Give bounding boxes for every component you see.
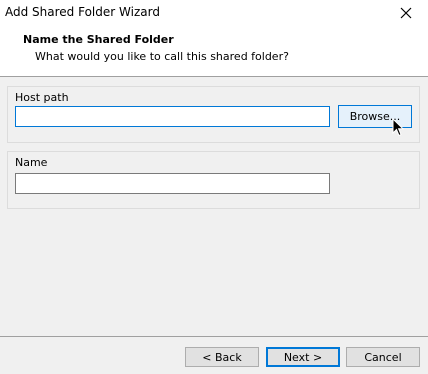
footer-divider [0,336,428,337]
wizard-header: Name the Shared Folder What would you li… [0,26,428,76]
page-title: Name the Shared Folder [23,33,174,46]
next-button[interactable]: Next > [266,347,340,367]
cancel-button[interactable]: Cancel [346,347,420,367]
name-input[interactable] [15,173,330,194]
window-title: Add Shared Folder Wizard [5,5,160,19]
back-button[interactable]: < Back [185,347,259,367]
host-path-label: Host path [15,91,69,104]
host-path-input[interactable] [15,106,330,127]
header-divider [0,76,428,77]
title-bar: Add Shared Folder Wizard [0,0,428,26]
name-label: Name [15,156,48,169]
name-group: Name [7,151,420,209]
host-path-group: Host path Browse... [7,86,420,143]
page-subtitle: What would you like to call this shared … [35,50,289,63]
close-button[interactable] [384,0,428,26]
mouse-pointer-icon [392,118,404,137]
close-icon [400,7,412,19]
